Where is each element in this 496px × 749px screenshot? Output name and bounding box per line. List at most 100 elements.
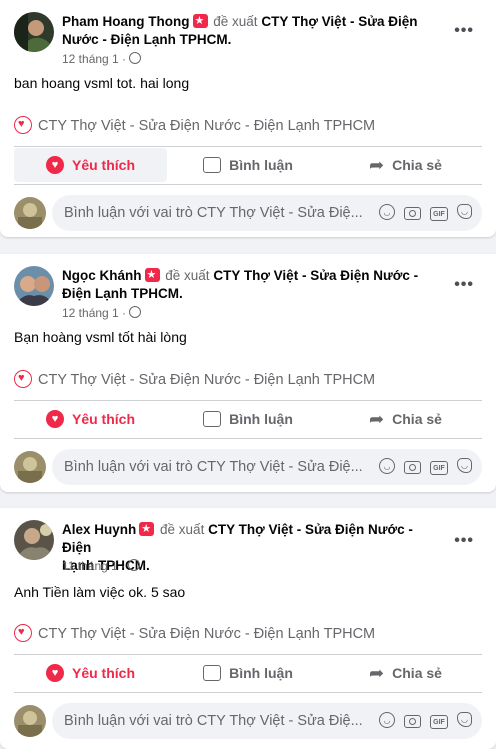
more-options-icon[interactable]: ••• — [454, 532, 474, 550]
share-label: Chia sẻ — [392, 411, 442, 427]
recommendation-line[interactable]: CTY Thợ Việt - Sửa Điện Nước - Điện Lạnh… — [14, 624, 375, 642]
avatar[interactable] — [14, 520, 54, 560]
comment-button[interactable]: Bình luận — [170, 148, 326, 182]
comment-placeholder: Bình luận với vai trò CTY Thợ Việt - Sửa… — [64, 713, 363, 729]
recommends-verb: đề xuất — [213, 14, 258, 29]
author-name[interactable]: Alex Huynh — [62, 522, 136, 537]
like-button[interactable]: ♥ Yêu thích — [14, 148, 167, 182]
action-bar: ♥ Yêu thích Bình luận ➦ Chia sẻ — [14, 148, 482, 182]
post-header: Pham Hoang Thong đề xuất CTY Thợ Việt - … — [14, 12, 454, 68]
recommended-page: CTY Thợ Việt - Sửa Điện Nước - Điện Lạnh… — [38, 372, 376, 388]
comment-tools: ◡ GIF ◡ — [379, 712, 472, 729]
comment-placeholder: Bình luận với vai trò CTY Thợ Việt - Sửa… — [64, 459, 363, 475]
post-timestamp[interactable]: 11 tháng 1 · — [62, 559, 141, 573]
comment-bubble-icon — [203, 411, 222, 427]
timestamp-text: 12 tháng 1 · — [62, 306, 127, 320]
comment-label: Bình luận — [229, 157, 293, 173]
share-arrow-icon: ➦ — [369, 408, 385, 429]
page-name-line-2[interactable]: Nước - Điện Lạnh TPHCM. — [62, 32, 231, 47]
recommends-verb: đề xuất — [165, 268, 210, 283]
recommendation-badge-icon — [144, 266, 160, 284]
like-label: Yêu thích — [71, 411, 135, 427]
share-button[interactable]: ➦ Chia sẻ — [329, 656, 482, 690]
recommends-verb: đề xuất — [160, 522, 205, 537]
review-text: Anh Tiền làm việc ok. 5 sao — [14, 584, 186, 600]
recommendation-line[interactable]: CTY Thợ Việt - Sửa Điện Nước - Điện Lạnh… — [14, 116, 375, 134]
share-label: Chia sẻ — [392, 157, 442, 173]
timestamp-text: 12 tháng 1 · — [62, 52, 127, 66]
post-timestamp[interactable]: 12 tháng 1 · — [62, 306, 142, 320]
comment-button[interactable]: Bình luận — [170, 402, 326, 436]
recommendation-line[interactable]: CTY Thợ Việt - Sửa Điện Nước - Điện Lạnh… — [14, 370, 375, 388]
globe-icon — [129, 306, 142, 318]
recommended-page: CTY Thợ Việt - Sửa Điện Nước - Điện Lạnh… — [38, 626, 376, 642]
post-header: Ngọc Khánh đề xuất CTY Thợ Việt - Sửa Đi… — [14, 266, 454, 322]
recommend-heart-icon — [14, 116, 32, 134]
like-button[interactable]: ♥ Yêu thích — [14, 656, 167, 690]
divider — [14, 400, 482, 401]
smile-icon[interactable]: ◡ — [379, 458, 395, 474]
comment-tools: ◡ GIF ◡ — [379, 458, 472, 475]
review-text: Bạn hoàng vsml tốt hài lòng — [14, 329, 187, 345]
post-title-line: Pham Hoang Thong đề xuất CTY Thợ Việt - … — [62, 12, 442, 49]
recommendation-badge-icon — [139, 520, 155, 538]
recommended-page: CTY Thợ Việt - Sửa Điện Nước - Điện Lạnh… — [38, 118, 376, 134]
smile-icon[interactable]: ◡ — [379, 204, 395, 220]
avatar[interactable] — [14, 12, 54, 52]
heart-icon: ♥ — [45, 156, 64, 174]
gif-icon-label: GIF — [433, 464, 445, 472]
author-name[interactable]: Pham Hoang Thong — [62, 14, 190, 29]
gif-icon-label: GIF — [433, 718, 445, 726]
commenter-avatar[interactable] — [14, 451, 46, 483]
recommend-heart-icon — [14, 624, 32, 642]
like-button[interactable]: ♥ Yêu thích — [14, 402, 167, 436]
action-bar: ♥ Yêu thích Bình luận ➦ Chia sẻ — [14, 656, 482, 690]
comment-bubble-icon — [203, 665, 222, 681]
action-bar: ♥ Yêu thích Bình luận ➦ Chia sẻ — [14, 402, 482, 436]
gif-icon-label: GIF — [433, 210, 445, 218]
divider — [14, 438, 482, 439]
divider — [14, 692, 482, 693]
commenter-avatar[interactable] — [14, 705, 46, 737]
comment-label: Bình luận — [229, 665, 293, 681]
timestamp-text: 11 tháng 1 · — [62, 559, 126, 573]
sticker-icon[interactable]: ◡ — [457, 204, 472, 219]
camera-icon[interactable] — [404, 715, 421, 728]
gif-icon[interactable]: GIF — [430, 461, 448, 475]
avatar[interactable] — [14, 266, 54, 306]
gif-icon[interactable]: GIF — [430, 207, 448, 221]
comment-tools: ◡ GIF ◡ — [379, 204, 472, 221]
commenter-avatar[interactable] — [14, 197, 46, 229]
heart-icon: ♥ — [45, 410, 64, 428]
comment-placeholder: Bình luận với vai trò CTY Thợ Việt - Sửa… — [64, 205, 363, 221]
camera-icon[interactable] — [404, 461, 421, 474]
page-name-line-2[interactable]: Điện Lạnh TPHCM. — [62, 286, 183, 301]
comment-input[interactable]: Bình luận với vai trò CTY Thợ Việt - Sửa… — [52, 449, 482, 485]
comment-bubble-icon — [203, 157, 222, 173]
page-name-line-1[interactable]: CTY Thợ Việt - Sửa Điện Nước - — [213, 268, 418, 283]
author-name[interactable]: Ngọc Khánh — [62, 268, 142, 283]
like-label: Yêu thích — [71, 157, 135, 173]
share-button[interactable]: ➦ Chia sẻ — [329, 402, 482, 436]
post-timestamp[interactable]: 12 tháng 1 · — [62, 52, 142, 66]
post-header: Alex Huynh đề xuất CTY Thợ Việt - Sửa Đi… — [14, 520, 454, 576]
review-post: Ngọc Khánh đề xuất CTY Thợ Việt - Sửa Đi… — [0, 254, 496, 492]
smile-icon[interactable]: ◡ — [379, 712, 395, 728]
like-label: Yêu thích — [71, 665, 135, 681]
review-post: Pham Hoang Thong đề xuất CTY Thợ Việt - … — [0, 0, 496, 237]
comment-button[interactable]: Bình luận — [170, 656, 326, 690]
sticker-icon[interactable]: ◡ — [457, 712, 472, 727]
comment-input[interactable]: Bình luận với vai trò CTY Thợ Việt - Sửa… — [52, 195, 482, 231]
share-button[interactable]: ➦ Chia sẻ — [329, 148, 482, 182]
recommendation-badge-icon — [192, 12, 208, 30]
review-text: ban hoang vsml tot. hai long — [14, 75, 190, 91]
more-options-icon[interactable]: ••• — [454, 276, 474, 294]
page-name-line-1[interactable]: CTY Thợ Việt - Sửa Điện — [261, 14, 417, 29]
share-label: Chia sẻ — [392, 665, 442, 681]
sticker-icon[interactable]: ◡ — [457, 458, 472, 473]
gif-icon[interactable]: GIF — [430, 715, 448, 729]
heart-icon: ♥ — [45, 664, 64, 682]
camera-icon[interactable] — [404, 207, 421, 220]
comment-input[interactable]: Bình luận với vai trò CTY Thợ Việt - Sửa… — [52, 703, 482, 739]
more-options-icon[interactable]: ••• — [454, 22, 474, 40]
